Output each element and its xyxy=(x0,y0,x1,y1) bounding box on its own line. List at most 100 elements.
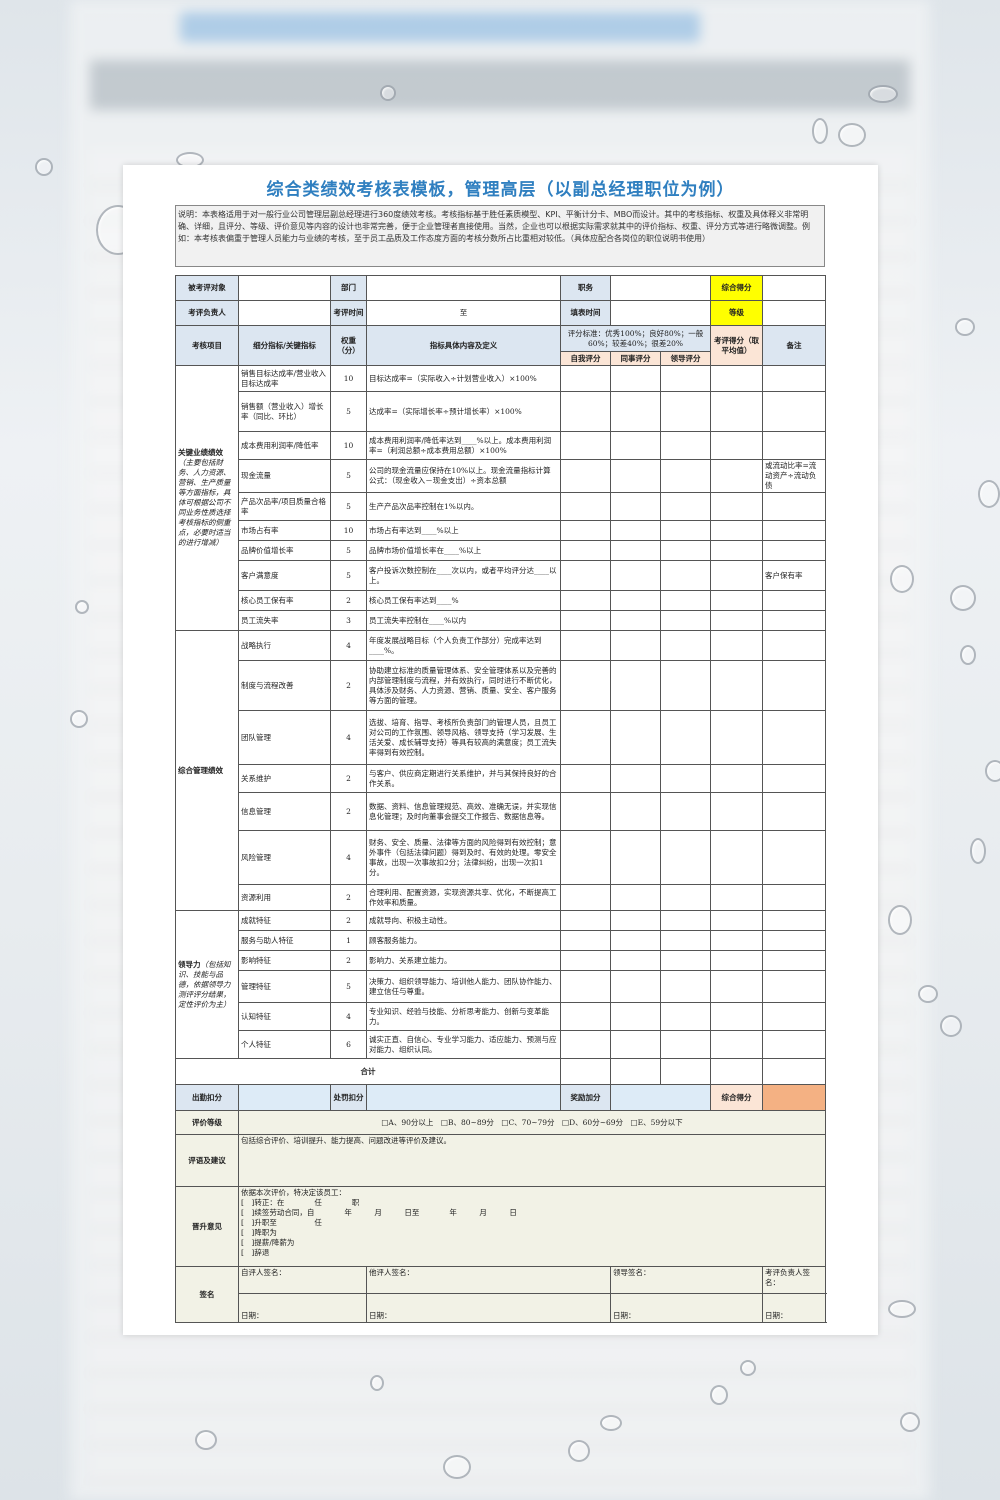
grade-options[interactable]: □A、90分以上 □B、80~89分 □C、70~79分 □D、60分~69分 … xyxy=(238,1110,826,1135)
avg-score-cell[interactable] xyxy=(710,590,763,611)
leader-score-input[interactable] xyxy=(660,590,711,611)
total-self[interactable] xyxy=(560,1058,611,1085)
self-score-input[interactable] xyxy=(560,610,611,631)
footer-total-score-input[interactable] xyxy=(762,1084,826,1111)
peer-score-input[interactable] xyxy=(610,830,661,885)
avg-score-cell[interactable] xyxy=(710,492,763,521)
leader-score-input[interactable] xyxy=(660,830,711,885)
sign-date-field[interactable]: 日期： xyxy=(238,1293,367,1323)
leader-score-input[interactable] xyxy=(660,630,711,661)
peer-score-input[interactable] xyxy=(610,764,661,793)
penalty-input[interactable] xyxy=(366,1084,561,1111)
peer-score-input[interactable] xyxy=(610,630,661,661)
leader-score-input[interactable] xyxy=(660,950,711,971)
total-leader[interactable] xyxy=(660,1058,711,1085)
self-score-input[interactable] xyxy=(560,764,611,793)
peer-score-input[interactable] xyxy=(610,930,661,951)
peer-score-input[interactable] xyxy=(610,365,661,392)
self-score-input[interactable] xyxy=(560,431,611,460)
total-score-input[interactable] xyxy=(762,275,826,301)
leader-score-input[interactable] xyxy=(660,792,711,831)
avg-score-cell[interactable] xyxy=(710,610,763,631)
peer-score-input[interactable] xyxy=(610,492,661,521)
avg-score-cell[interactable] xyxy=(710,710,763,765)
avg-score-cell[interactable] xyxy=(710,459,763,493)
leader-score-input[interactable] xyxy=(660,560,711,591)
promotion-line[interactable]: [ ]续签劳动合同，自 年 月 日至 年 月 日 xyxy=(241,1208,823,1218)
fill-time-input[interactable] xyxy=(610,300,711,326)
sign-date-field[interactable]: 日期： xyxy=(610,1293,763,1323)
peer-score-input[interactable] xyxy=(610,391,661,432)
target-input[interactable] xyxy=(238,275,331,301)
avg-score-cell[interactable] xyxy=(710,630,763,661)
sign-date-field[interactable]: 日期： xyxy=(762,1293,826,1323)
self-score-input[interactable] xyxy=(560,950,611,971)
leader-score-input[interactable] xyxy=(660,910,711,931)
promotion-line[interactable]: [ ]辞退 xyxy=(241,1248,823,1258)
avg-score-cell[interactable] xyxy=(710,560,763,591)
self-score-input[interactable] xyxy=(560,590,611,611)
comment-text[interactable]: 包括综合评价、培训提升、能力提高、问题改进等评价及建议。 xyxy=(238,1134,826,1187)
leader-score-input[interactable] xyxy=(660,431,711,460)
position-input[interactable] xyxy=(610,275,711,301)
self-score-input[interactable] xyxy=(560,910,611,931)
peer-score-input[interactable] xyxy=(610,1030,661,1059)
leader-score-input[interactable] xyxy=(660,764,711,793)
owner-input[interactable] xyxy=(238,300,331,326)
sign-field[interactable]: 领导签名： xyxy=(610,1266,763,1294)
avg-score-cell[interactable] xyxy=(710,950,763,971)
leader-score-input[interactable] xyxy=(660,365,711,392)
leader-score-input[interactable] xyxy=(660,610,711,631)
self-score-input[interactable] xyxy=(560,710,611,765)
self-score-input[interactable] xyxy=(560,930,611,951)
grade-input[interactable] xyxy=(762,300,826,326)
sign-field[interactable]: 考评负责人签名： xyxy=(762,1266,826,1294)
leader-score-input[interactable] xyxy=(660,540,711,561)
self-score-input[interactable] xyxy=(560,970,611,1003)
peer-score-input[interactable] xyxy=(610,520,661,541)
reward-input[interactable] xyxy=(610,1084,711,1111)
promotion-line[interactable]: [ ]提薪/降薪为 xyxy=(241,1238,823,1248)
avg-score-cell[interactable] xyxy=(710,910,763,931)
self-score-input[interactable] xyxy=(560,830,611,885)
avg-score-cell[interactable] xyxy=(710,830,763,885)
avg-score-cell[interactable] xyxy=(710,660,763,711)
peer-score-input[interactable] xyxy=(610,560,661,591)
self-score-input[interactable] xyxy=(560,520,611,541)
leader-score-input[interactable] xyxy=(660,884,711,911)
avg-score-cell[interactable] xyxy=(710,884,763,911)
promotion-line[interactable]: 依据本次评价，特决定该员工： xyxy=(241,1188,823,1198)
leader-score-input[interactable] xyxy=(660,391,711,432)
total-peer[interactable] xyxy=(610,1058,661,1085)
peer-score-input[interactable] xyxy=(610,459,661,493)
self-score-input[interactable] xyxy=(560,630,611,661)
avg-score-cell[interactable] xyxy=(710,431,763,460)
self-score-input[interactable] xyxy=(560,391,611,432)
leader-score-input[interactable] xyxy=(660,970,711,1003)
avg-score-cell[interactable] xyxy=(710,365,763,392)
self-score-input[interactable] xyxy=(560,792,611,831)
avg-score-cell[interactable] xyxy=(710,930,763,951)
peer-score-input[interactable] xyxy=(610,590,661,611)
peer-score-input[interactable] xyxy=(610,884,661,911)
peer-score-input[interactable] xyxy=(610,910,661,931)
peer-score-input[interactable] xyxy=(610,610,661,631)
self-score-input[interactable] xyxy=(560,540,611,561)
promotion-line[interactable]: [ ]降职为 xyxy=(241,1228,823,1238)
leader-score-input[interactable] xyxy=(660,930,711,951)
total-remark[interactable] xyxy=(762,1058,826,1085)
total-avg[interactable] xyxy=(710,1058,763,1085)
self-score-input[interactable] xyxy=(560,492,611,521)
sign-date-field[interactable]: 日期： xyxy=(366,1293,611,1323)
leader-score-input[interactable] xyxy=(660,1002,711,1031)
dept-input[interactable] xyxy=(366,275,561,301)
avg-score-cell[interactable] xyxy=(710,520,763,541)
leader-score-input[interactable] xyxy=(660,459,711,493)
leader-score-input[interactable] xyxy=(660,660,711,711)
peer-score-input[interactable] xyxy=(610,431,661,460)
peer-score-input[interactable] xyxy=(610,1002,661,1031)
leader-score-input[interactable] xyxy=(660,492,711,521)
avg-score-cell[interactable] xyxy=(710,1030,763,1059)
avg-score-cell[interactable] xyxy=(710,391,763,432)
self-score-input[interactable] xyxy=(560,560,611,591)
